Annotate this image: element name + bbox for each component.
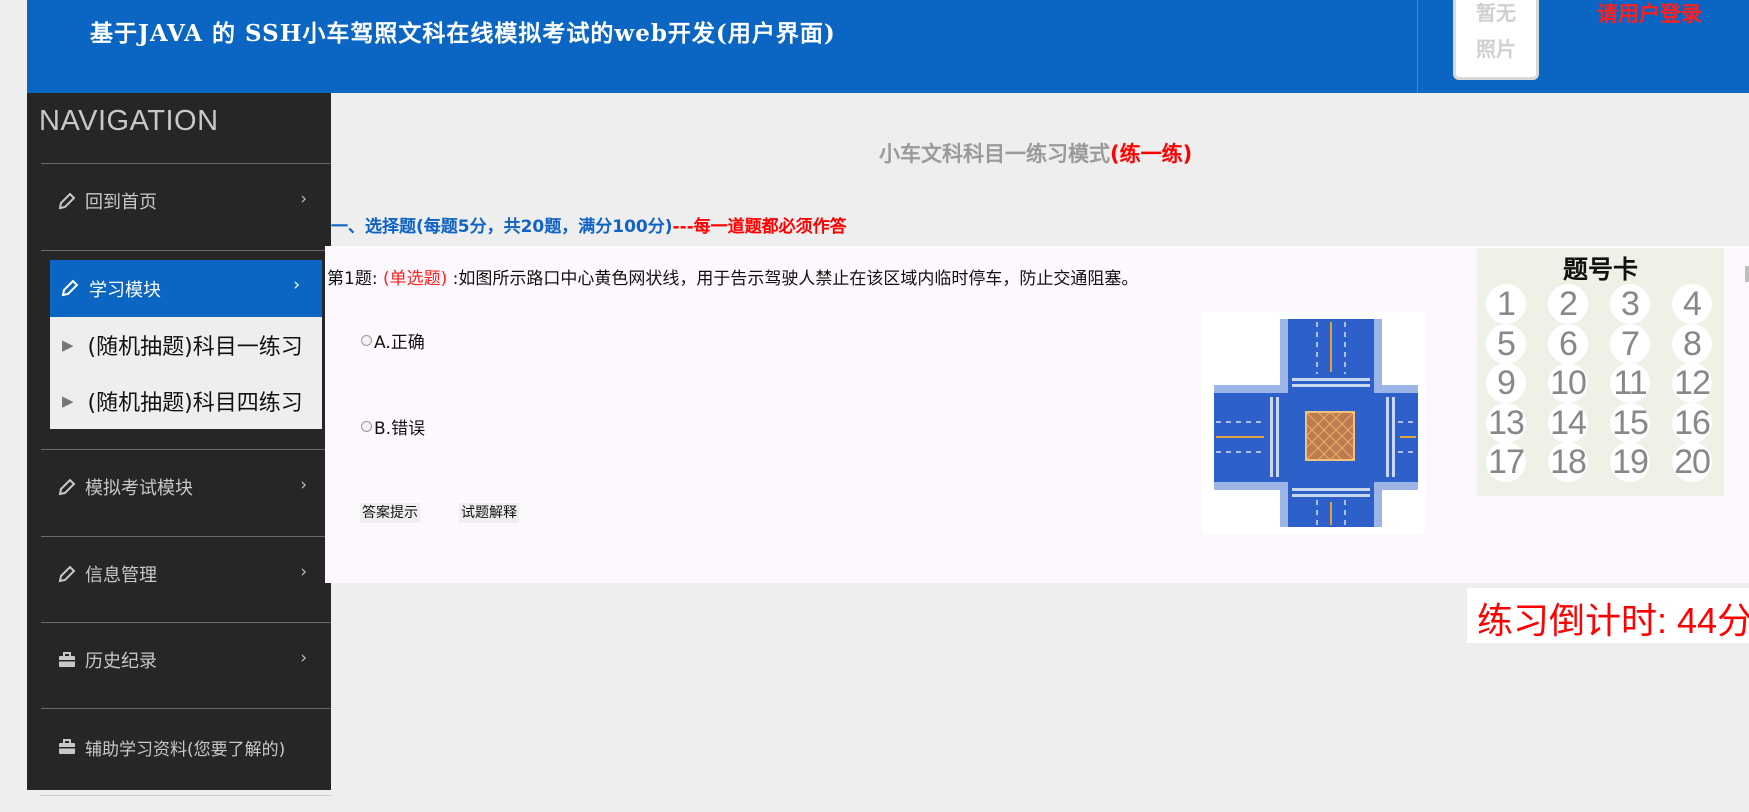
question-number-button[interactable]: 13 (1486, 403, 1526, 443)
sidebar-item-label: 学习模块 (89, 280, 161, 301)
section-heading-note: ---每一道题都必须作答 (672, 217, 847, 237)
option-a[interactable]: A.正确 (361, 328, 425, 353)
login-link[interactable]: 请用户登录 (1597, 0, 1702, 28)
sidebar-item-label: 回到首页 (85, 192, 157, 213)
answer-hint-button[interactable]: 答案提示 (360, 503, 420, 523)
countdown-box: 练习倒计时: 44分1 (1467, 588, 1749, 643)
nav-heading: NAVIGATION (39, 105, 219, 137)
avatar[interactable]: 暂无 照片 (1453, 0, 1539, 80)
question-number-button[interactable]: 4 (1672, 284, 1712, 324)
question-image (1202, 312, 1425, 534)
question-type: (单选题) (382, 269, 448, 289)
pencil-icon (58, 565, 76, 583)
nav-divider (41, 163, 331, 164)
question-number-card: 题号卡 1 2 3 4 5 6 7 8 9 10 11 12 13 14 15 … (1477, 248, 1724, 496)
sidebar-item-label: 辅助学习资料(您要了解的) (85, 739, 286, 760)
submenu-item-label: (随机抽题)科目一练习 (87, 335, 303, 360)
briefcase-icon (59, 739, 75, 754)
question-number-button[interactable]: 16 (1672, 403, 1712, 443)
caret-right-icon: ▶ (62, 392, 74, 410)
option-b[interactable]: B.错误 (361, 414, 425, 439)
question-number-button[interactable]: 17 (1486, 442, 1526, 482)
nav-divider (41, 449, 331, 450)
question-number-button[interactable]: 20 (1672, 442, 1712, 482)
option-a-label: A.正确 (374, 333, 425, 353)
intersection-diagram (1214, 319, 1418, 527)
page-title-mode: (练一练) (1110, 142, 1193, 166)
scrollbar-thumb[interactable] (1745, 266, 1749, 282)
sidebar-item-info[interactable]: 信息管理 › (57, 554, 317, 594)
question-number-button[interactable]: 15 (1610, 403, 1650, 443)
divider (40, 795, 331, 796)
avatar-placeholder-line1: 暂无 (1476, 1, 1516, 25)
question-number-button[interactable]: 3 (1610, 284, 1650, 324)
sidebar-item-study[interactable]: 学习模块 › (50, 260, 322, 317)
site-title: 基于JAVA 的 SSH小车驾照文科在线模拟考试的web开发(用户界面) (90, 20, 836, 47)
sidebar-item-materials[interactable]: 辅助学习资料(您要了解的) (57, 727, 327, 767)
explanation-button[interactable]: 试题解释 (459, 503, 519, 523)
submenu-item-subject1[interactable]: ▶ (随机抽题)科目一练习 (62, 325, 303, 365)
option-b-label: B.错误 (374, 419, 426, 439)
nav-divider (41, 536, 331, 537)
question-number-button[interactable]: 8 (1672, 324, 1712, 364)
submenu-item-subject4[interactable]: ▶ (随机抽题)科目四练习 (62, 381, 303, 421)
nav-divider (41, 250, 331, 251)
header-bar: 基于JAVA 的 SSH小车驾照文科在线模拟考试的web开发(用户界面) 暂无 … (27, 0, 1749, 93)
question-number-button[interactable]: 9 (1486, 363, 1526, 403)
chevron-right-icon: › (300, 648, 307, 668)
question-number-button[interactable]: 5 (1486, 324, 1526, 364)
page-title: 小车文科科目一练习模式(练一练) (879, 138, 1192, 168)
option-a-radio[interactable] (361, 335, 372, 346)
sidebar: NAVIGATION 回到首页 › 学习模块 › ▶ (随机抽题)科目一练习 ▶… (27, 93, 331, 790)
nav-divider (41, 622, 331, 623)
question-number-button[interactable]: 10 (1548, 363, 1588, 403)
section-heading: 一、选择题(每题5分，共20题，满分100分)---每一道题都必须作答 (331, 212, 847, 237)
question-number: 第1题: (327, 269, 383, 289)
caret-right-icon: ▶ (62, 336, 74, 354)
question-number-button[interactable]: 11 (1610, 363, 1650, 403)
question-number-button[interactable]: 1 (1486, 284, 1526, 324)
question-text: 第1题: (单选题) :如图所示路口中心黄色网状线，用于告示驾驶人禁止在该区域内… (327, 264, 1138, 289)
sidebar-item-label: 历史纪录 (85, 651, 157, 672)
card-title: 题号卡 (1562, 255, 1638, 284)
chevron-right-icon: › (300, 562, 307, 582)
avatar-placeholder-line2: 照片 (1476, 37, 1516, 61)
chevron-right-icon: › (293, 275, 300, 295)
section-heading-main: 一、选择题(每题5分，共20题，满分100分) (331, 217, 673, 237)
pencil-icon (61, 279, 79, 297)
sidebar-item-label: 模拟考试模块 (85, 478, 193, 499)
sidebar-item-home[interactable]: 回到首页 › (57, 181, 317, 221)
header-divider (1417, 0, 1418, 93)
question-number-button[interactable]: 2 (1548, 284, 1588, 324)
question-number-button[interactable]: 6 (1548, 324, 1588, 364)
question-number-button[interactable]: 12 (1672, 363, 1712, 403)
countdown-timer: 练习倒计时: 44分1 (1477, 600, 1749, 641)
briefcase-icon (59, 652, 75, 667)
question-number-button[interactable]: 7 (1610, 324, 1650, 364)
sidebar-item-label: 信息管理 (85, 565, 157, 586)
submenu-item-label: (随机抽题)科目四练习 (87, 391, 303, 416)
pencil-icon (58, 478, 76, 496)
question-number-button[interactable]: 18 (1548, 442, 1588, 482)
nav-divider (41, 708, 331, 709)
question-number-button[interactable]: 14 (1548, 403, 1588, 443)
sidebar-item-mock-exam[interactable]: 模拟考试模块 › (57, 467, 317, 507)
option-b-radio[interactable] (361, 421, 372, 432)
question-number-button[interactable]: 19 (1610, 442, 1650, 482)
page-title-text: 小车文科科目一练习模式 (879, 142, 1110, 166)
sidebar-item-history[interactable]: 历史纪录 › (57, 640, 317, 680)
chevron-right-icon: › (300, 475, 307, 495)
question-body: :如图所示路口中心黄色网状线，用于告示驾驶人禁止在该区域内临时停车，防止交通阻塞… (447, 269, 1139, 289)
pencil-icon (58, 192, 76, 210)
study-submenu: ▶ (随机抽题)科目一练习 ▶ (随机抽题)科目四练习 (50, 317, 322, 429)
chevron-right-icon: › (300, 189, 307, 209)
